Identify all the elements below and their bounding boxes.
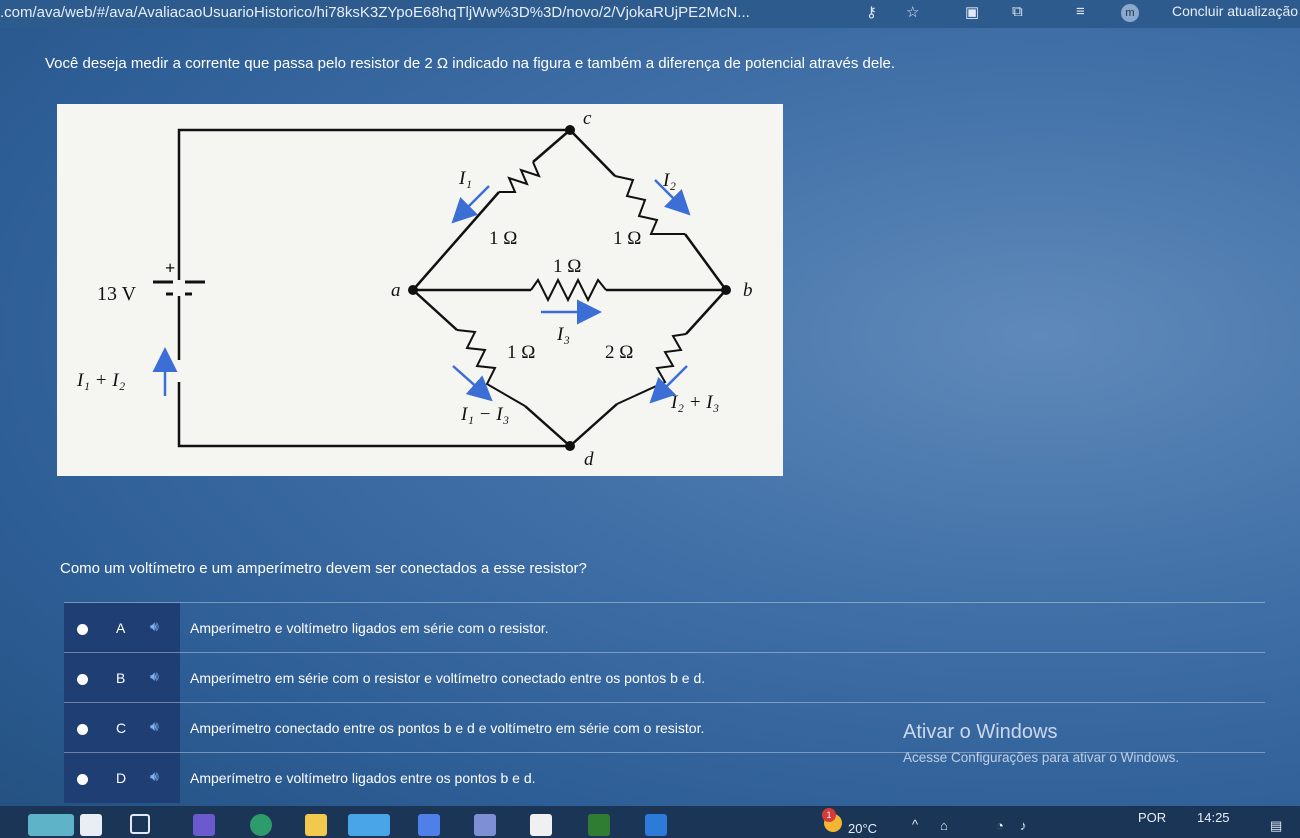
label-i1: I₁ xyxy=(458,168,472,189)
edge-icon[interactable] xyxy=(250,814,272,836)
speaker-icon[interactable]: 🔊︎ xyxy=(150,618,159,635)
label-node-a: a xyxy=(391,280,401,301)
answer-options: A 🔊︎ Amperímetro e voltímetro ligados em… xyxy=(64,602,1265,804)
node-d-dot xyxy=(565,441,575,451)
app-icon-4[interactable] xyxy=(588,814,610,836)
task-view-icon[interactable] xyxy=(130,814,150,834)
radio-bullet-icon[interactable] xyxy=(77,774,88,785)
label-i2: I₂ xyxy=(662,170,676,191)
option-text[interactable]: Amperímetro em série com o resistor e vo… xyxy=(190,670,705,686)
option-letter: B xyxy=(116,670,126,686)
option-a[interactable]: A 🔊︎ Amperímetro e voltímetro ligados em… xyxy=(64,602,1265,653)
notification-badge: 1 xyxy=(822,808,836,822)
option-c[interactable]: C 🔊︎ Amperímetro conectado entre os pont… xyxy=(64,702,1265,753)
circuit-diagram: c a b d 13 V + I₁ + I₂ 1 Ω 1 Ω 1 Ω 1 Ω 2… xyxy=(76,108,753,470)
arrow-i1 xyxy=(451,185,490,224)
radio-bullet-icon[interactable] xyxy=(77,724,88,735)
weather-temperature[interactable]: 20°C xyxy=(848,821,877,836)
option-letter: C xyxy=(116,720,127,736)
label-r-ab: 1 Ω xyxy=(553,256,581,277)
app-icon-1[interactable] xyxy=(418,814,440,836)
label-i2-plus-i3: I₂ + I₃ xyxy=(670,392,719,413)
resistor-ab xyxy=(530,277,607,303)
volume-icon[interactable]: ♪ xyxy=(1020,818,1027,833)
url-text[interactable]: .com/ava/web/#/ava/AvaliacaoUsuarioHisto… xyxy=(0,4,750,21)
resistor-ac xyxy=(499,161,541,193)
circuit-figure: c a b d 13 V + I₁ + I₂ 1 Ω 1 Ω 1 Ω 1 Ω 2… xyxy=(57,104,783,476)
label-node-b: b xyxy=(743,280,753,301)
speaker-icon[interactable]: 🔊︎ xyxy=(150,768,159,785)
app-icon-5[interactable] xyxy=(645,814,667,836)
label-r-cb: 1 Ω xyxy=(613,228,641,249)
node-b-dot xyxy=(721,285,731,295)
star-icon[interactable]: ☆ xyxy=(906,3,919,21)
option-text[interactable]: Amperímetro e voltímetro ligados entre o… xyxy=(190,770,536,786)
notifications-icon[interactable]: ▤ xyxy=(1270,818,1282,834)
option-letter: D xyxy=(116,770,127,786)
label-i1-minus-i3: I₁ − I₃ xyxy=(460,404,509,425)
speaker-icon[interactable]: 🔊︎ xyxy=(150,718,159,735)
network-icon[interactable]: ⌂ xyxy=(940,818,948,833)
option-text[interactable]: Amperímetro e voltímetro ligados em séri… xyxy=(190,620,549,636)
radio-bullet-icon[interactable] xyxy=(77,674,88,685)
speaker-icon[interactable]: 🔊︎ xyxy=(150,668,159,685)
reading-list-icon[interactable]: ≡ xyxy=(1076,3,1085,20)
start-icon[interactable] xyxy=(80,814,102,836)
option-letter: A xyxy=(116,620,126,636)
update-button[interactable]: Concluir atualização xyxy=(1172,3,1298,19)
chrome-icon[interactable] xyxy=(348,814,390,836)
label-r-ac: 1 Ω xyxy=(489,228,517,249)
language-indicator[interactable]: POR xyxy=(1138,810,1166,825)
label-r-db: 2 Ω xyxy=(605,342,633,363)
question-prompt: Como um voltímetro e um amperímetro deve… xyxy=(60,560,587,577)
translate-icon[interactable]: ▣ xyxy=(965,3,979,21)
node-c-dot xyxy=(565,125,575,135)
clock-time[interactable]: 14:25 xyxy=(1197,810,1230,825)
option-text[interactable]: Amperímetro conectado entre os pontos b … xyxy=(190,720,704,736)
option-b[interactable]: B 🔊︎ Amperímetro em série com o resistor… xyxy=(64,652,1265,703)
battery-plus-label: + xyxy=(165,258,175,278)
option-a-marker[interactable]: A 🔊︎ xyxy=(64,603,180,653)
label-i3: I₃ xyxy=(556,324,570,345)
app-icon-2[interactable] xyxy=(474,814,496,836)
address-bar[interactable]: .com/ava/web/#/ava/AvaliacaoUsuarioHisto… xyxy=(0,0,1300,28)
label-node-d: d xyxy=(584,449,594,470)
wire-top xyxy=(177,128,570,316)
label-r-ad: 1 Ω xyxy=(507,342,535,363)
extensions-icon[interactable]: ⧉ xyxy=(1012,3,1023,20)
widgets-icon[interactable] xyxy=(28,814,74,836)
battery-voltage-label: 13 V xyxy=(97,283,137,305)
chevron-up-icon[interactable]: ^ xyxy=(912,817,918,832)
arrow-i1-minus-i3 xyxy=(452,365,493,402)
windows-activation-subtitle: Acesse Configurações para ativar o Windo… xyxy=(903,750,1180,765)
option-d-marker[interactable]: D 🔊︎ xyxy=(64,753,180,803)
app-icon-3[interactable] xyxy=(530,814,552,836)
left-current-label: I₁ + I₂ xyxy=(76,370,126,391)
node-a-dot xyxy=(408,285,418,295)
copilot-icon[interactable] xyxy=(193,814,215,836)
profile-avatar[interactable]: m xyxy=(1121,4,1139,22)
wifi-icon[interactable]: ◔ xyxy=(996,818,1004,833)
key-icon[interactable]: ⚷ xyxy=(866,3,877,21)
label-node-c: c xyxy=(583,108,592,129)
question-statement: Você deseja medir a corrente que passa p… xyxy=(45,55,896,72)
taskbar: 20°C ^ ⌂ ◔ ♪ POR 14:25 ▤ xyxy=(0,806,1300,838)
option-c-marker[interactable]: C 🔊︎ xyxy=(64,703,180,753)
option-b-marker[interactable]: B 🔊︎ xyxy=(64,653,180,703)
radio-bullet-icon[interactable] xyxy=(77,624,88,635)
windows-activation-title: Ativar o Windows xyxy=(903,721,1058,743)
file-explorer-icon[interactable] xyxy=(305,814,327,836)
